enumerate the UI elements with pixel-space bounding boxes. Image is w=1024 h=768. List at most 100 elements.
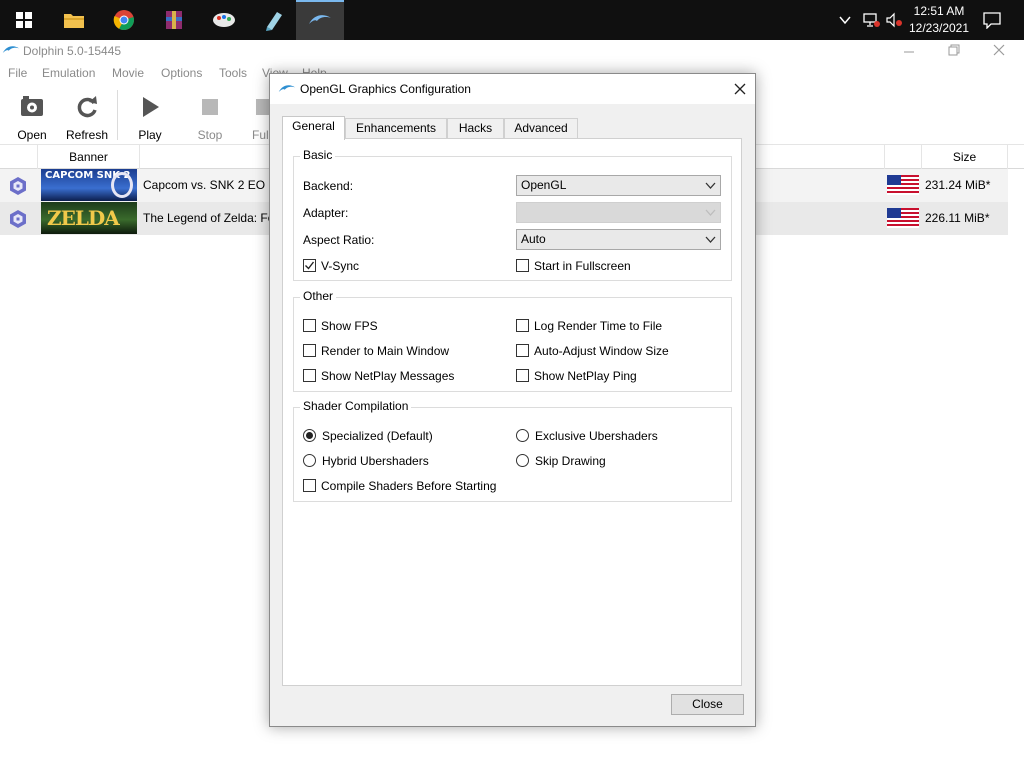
aspect-ratio-select[interactable]: Auto xyxy=(516,229,721,250)
column-size[interactable]: Size xyxy=(922,145,1008,169)
checkmark-icon xyxy=(305,261,315,270)
specialized-label: Specialized (Default) xyxy=(322,429,433,443)
file-explorer-icon xyxy=(64,14,84,28)
system-clock[interactable]: 12:51 AM 12/23/2021 xyxy=(904,3,974,37)
exclusive-ubershaders-label: Exclusive Ubershaders xyxy=(535,429,658,443)
close-icon[interactable] xyxy=(993,44,1005,56)
volume-muted-icon[interactable] xyxy=(885,12,903,28)
chevron-down-icon xyxy=(705,236,716,243)
chevron-up-icon[interactable] xyxy=(838,13,852,27)
chevron-down-icon xyxy=(705,182,716,189)
refresh-button[interactable]: Refresh xyxy=(62,89,112,143)
play-button[interactable]: Play xyxy=(125,89,175,143)
stop-icon xyxy=(202,99,218,115)
column-region[interactable] xyxy=(884,145,922,169)
refresh-icon xyxy=(77,96,97,118)
menu-file[interactable]: File xyxy=(8,66,27,80)
tab-advanced[interactable]: Advanced xyxy=(504,118,578,139)
gamecube-icon xyxy=(10,210,26,228)
adapter-label: Adapter: xyxy=(303,206,349,220)
column-platform[interactable] xyxy=(0,145,38,169)
clock-date: 12/23/2021 xyxy=(908,21,970,35)
netplay-ping-label: Show NetPlay Ping xyxy=(534,369,637,383)
taskbar-chrome[interactable] xyxy=(100,0,148,40)
close-button[interactable]: Close xyxy=(671,694,744,715)
notes-app-icon xyxy=(266,12,282,31)
network-icon[interactable] xyxy=(862,12,880,28)
show-fps-checkbox[interactable] xyxy=(303,319,316,332)
dolphin-logo-icon xyxy=(2,46,20,53)
taskbar-paint[interactable] xyxy=(200,0,248,40)
taskbar-file-explorer[interactable] xyxy=(50,0,98,40)
fullscreen-label: Full xyxy=(252,128,270,142)
render-main-window-label: Render to Main Window xyxy=(321,344,450,358)
compile-before-starting-checkbox[interactable] xyxy=(303,479,316,492)
paint-app-icon xyxy=(213,13,235,27)
dolphin-logo-icon xyxy=(278,85,296,92)
banner-zelda-text: ZELDA xyxy=(47,206,120,230)
refresh-label: Refresh xyxy=(65,128,109,142)
disc-open-icon xyxy=(21,96,43,116)
main-window-title: Dolphin 5.0-15445 xyxy=(23,44,122,58)
fullscreen-button[interactable]: Full xyxy=(240,89,270,143)
taskbar-dolphin[interactable] xyxy=(296,0,344,40)
game-size: 226.11 MiB* xyxy=(925,211,990,225)
start-fullscreen-label: Start in Fullscreen xyxy=(534,259,631,273)
play-icon xyxy=(143,97,159,117)
menu-tools[interactable]: Tools xyxy=(219,66,247,80)
log-render-time-checkbox[interactable] xyxy=(516,319,529,332)
close-icon[interactable] xyxy=(734,83,746,95)
maximize-icon[interactable] xyxy=(948,44,960,56)
gamecube-icon xyxy=(10,177,26,195)
stop-button[interactable]: Stop xyxy=(185,89,235,143)
vsync-label: V-Sync xyxy=(321,259,360,273)
column-banner[interactable]: Banner xyxy=(38,145,140,169)
graphics-config-dialog: OpenGL Graphics Configuration General En… xyxy=(269,73,756,727)
taskbar-winrar[interactable] xyxy=(150,0,198,40)
start-button[interactable] xyxy=(0,0,48,40)
menu-options[interactable]: Options xyxy=(161,66,202,80)
general-tab-panel: Basic Backend: OpenGL Adapter: Aspect Ra… xyxy=(282,138,742,686)
aspect-ratio-label: Aspect Ratio: xyxy=(303,233,375,247)
tab-hacks[interactable]: Hacks xyxy=(447,118,504,139)
adapter-select[interactable] xyxy=(516,202,721,223)
auto-adjust-window-label: Auto-Adjust Window Size xyxy=(534,344,669,358)
render-main-window-checkbox[interactable] xyxy=(303,344,316,357)
compile-before-starting-label: Compile Shaders Before Starting xyxy=(321,479,497,493)
hybrid-ubershaders-radio[interactable] xyxy=(303,454,316,467)
backend-select[interactable]: OpenGL xyxy=(516,175,721,196)
open-label: Open xyxy=(17,128,47,142)
game-size: 231.24 MiB* xyxy=(925,178,991,192)
open-button[interactable]: Open xyxy=(7,89,57,143)
exclusive-ubershaders-radio[interactable] xyxy=(516,429,529,442)
specialized-radio[interactable] xyxy=(303,429,316,442)
winrar-icon xyxy=(166,11,182,29)
group-other-title: Other xyxy=(300,289,337,303)
log-render-time-label: Log Render Time to File xyxy=(534,319,663,333)
hybrid-ubershaders-label: Hybrid Ubershaders xyxy=(322,454,429,468)
menu-emulation[interactable]: Emulation xyxy=(42,66,95,80)
notifications-icon[interactable] xyxy=(982,11,1002,29)
backend-label: Backend: xyxy=(303,179,354,193)
netplay-messages-label: Show NetPlay Messages xyxy=(321,369,455,383)
fullscreen-icon xyxy=(256,99,270,115)
game-name: Capcom vs. SNK 2 EO xyxy=(143,178,266,192)
netplay-messages-checkbox[interactable] xyxy=(303,369,316,382)
backend-value: OpenGL xyxy=(521,178,567,192)
dolphin-icon xyxy=(309,15,331,24)
menu-movie[interactable]: Movie xyxy=(112,66,144,80)
taskbar-notes[interactable] xyxy=(250,0,298,40)
skip-drawing-label: Skip Drawing xyxy=(535,454,606,468)
auto-adjust-window-checkbox[interactable] xyxy=(516,344,529,357)
vsync-checkbox[interactable] xyxy=(303,259,316,272)
skip-drawing-radio[interactable] xyxy=(516,454,529,467)
start-fullscreen-checkbox[interactable] xyxy=(516,259,529,272)
group-other: Other Show FPS Log Render Time to File R… xyxy=(293,289,732,392)
netplay-ping-checkbox[interactable] xyxy=(516,369,529,382)
chrome-icon xyxy=(113,10,134,31)
dialog-title-bar: OpenGL Graphics Configuration xyxy=(270,74,755,104)
tab-general[interactable]: General xyxy=(282,116,345,140)
usa-flag-icon xyxy=(887,175,919,195)
minimize-icon[interactable] xyxy=(903,47,915,57)
tab-enhancements[interactable]: Enhancements xyxy=(345,118,447,139)
